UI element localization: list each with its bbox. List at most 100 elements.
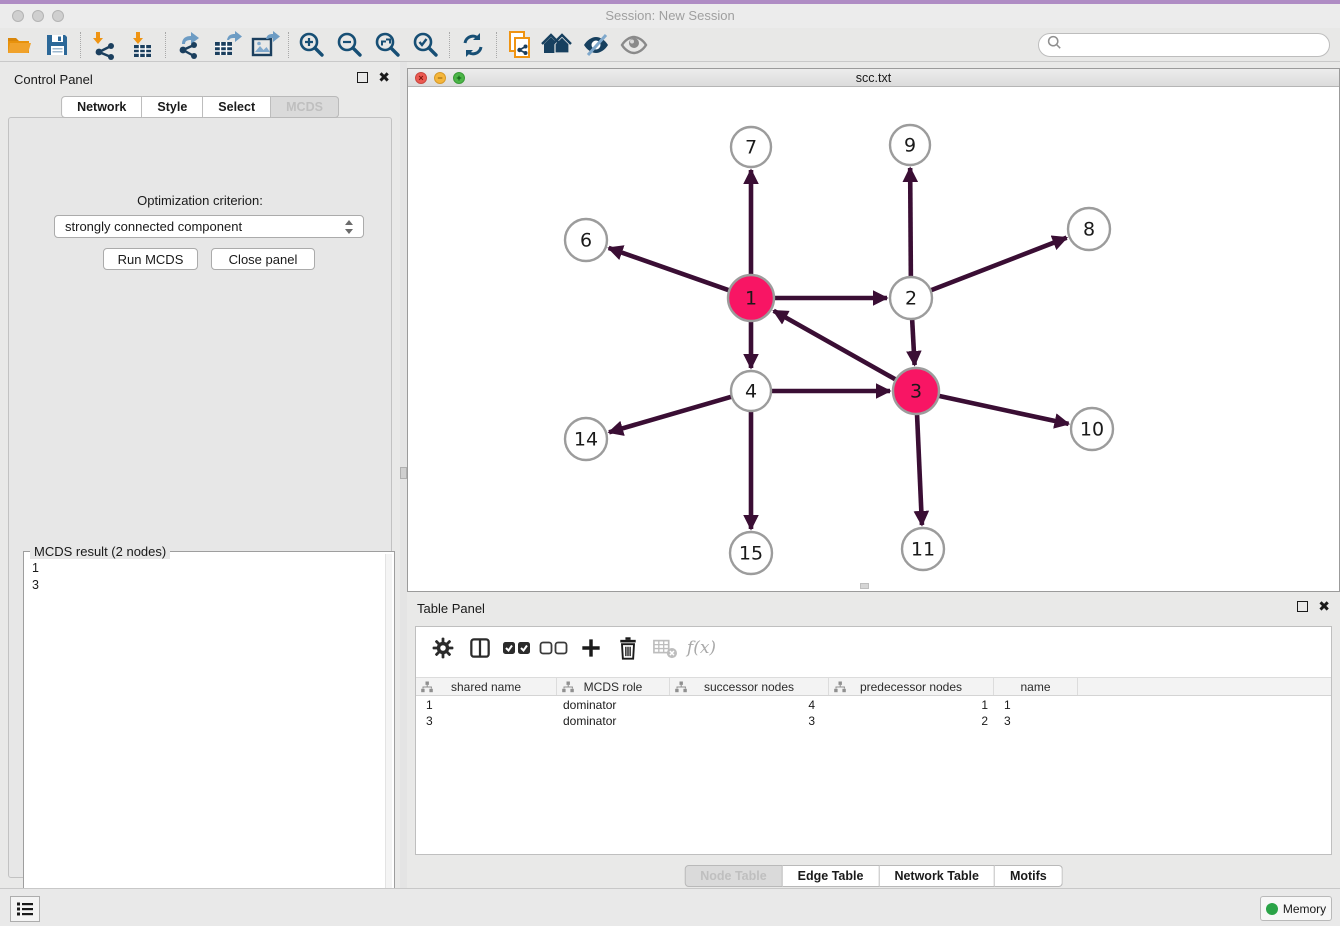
table-settings-icon[interactable] <box>424 632 461 664</box>
table-cell[interactable]: 3 <box>994 713 1078 729</box>
deselect-all-columns-icon[interactable] <box>535 632 572 664</box>
table-cell[interactable]: 4 <box>670 697 829 713</box>
tab-edge-table[interactable]: Edge Table <box>783 865 880 887</box>
table-cell[interactable]: 3 <box>416 713 557 729</box>
graph-edge-2-9[interactable] <box>910 168 911 279</box>
duplicate-network-icon[interactable] <box>501 30 539 60</box>
table-cell[interactable]: 3 <box>670 713 829 729</box>
function-builder-icon[interactable]: f(x) <box>683 632 720 664</box>
mcds-panel: Optimization criterion: strongly connect… <box>8 117 392 878</box>
memory-button[interactable]: Memory <box>1260 896 1332 921</box>
mcds-result-title: MCDS result (2 nodes) <box>30 544 170 559</box>
control-panel: Control Panel ✖ NetworkStyleSelectMCDS O… <box>0 62 400 888</box>
column-header-successor-nodes[interactable]: successor nodes <box>670 678 829 695</box>
tab-network[interactable]: Network <box>61 96 142 118</box>
close-table-panel-icon[interactable]: ✖ <box>1318 601 1330 612</box>
graph-edge-4-14[interactable] <box>609 396 734 432</box>
graph-node-9[interactable]: 9 <box>890 125 930 165</box>
panel-divider[interactable] <box>400 62 407 888</box>
graph-node-1[interactable]: 1 <box>728 275 774 321</box>
run-mcds-button[interactable]: Run MCDS <box>103 248 198 270</box>
graph-node-2[interactable]: 2 <box>890 277 932 319</box>
add-column-icon[interactable] <box>572 632 609 664</box>
graph-edge-2-8[interactable] <box>929 238 1067 291</box>
result-scrollbar[interactable] <box>385 554 392 921</box>
tab-select[interactable]: Select <box>203 96 271 118</box>
zoom-in-icon[interactable] <box>293 30 331 60</box>
table-row[interactable]: 3dominator323 <box>416 713 1331 729</box>
toolbar-separator <box>165 32 166 58</box>
column-header-predecessor-nodes[interactable]: predecessor nodes <box>829 678 994 695</box>
select-stepper-icon <box>344 219 354 238</box>
table-cell[interactable]: dominator <box>557 697 670 713</box>
hide-selected-icon[interactable] <box>577 30 615 60</box>
table-cell[interactable]: 1 <box>416 697 557 713</box>
task-history-button[interactable] <box>10 896 40 922</box>
import-network-icon[interactable] <box>85 30 123 60</box>
export-image-icon[interactable] <box>246 30 284 60</box>
refresh-icon[interactable] <box>454 30 492 60</box>
search-field[interactable] <box>1038 33 1330 57</box>
open-file-icon[interactable] <box>0 30 38 60</box>
graph-node-14[interactable]: 14 <box>565 418 607 460</box>
column-header-shared-name[interactable]: shared name <box>416 678 557 695</box>
delete-table-icon[interactable] <box>646 632 683 664</box>
graph-node-4[interactable]: 4 <box>731 371 771 411</box>
select-all-columns-icon[interactable] <box>498 632 535 664</box>
graph-node-15[interactable]: 15 <box>730 532 772 574</box>
memory-label: Memory <box>1283 902 1326 916</box>
tab-node-table[interactable]: Node Table <box>684 865 782 887</box>
save-session-icon[interactable] <box>38 30 76 60</box>
graph-edge-3-1[interactable] <box>774 311 898 381</box>
graph-node-6[interactable]: 6 <box>565 219 607 261</box>
table-header-row: shared nameMCDS rolesuccessor nodesprede… <box>416 677 1331 696</box>
show-all-icon[interactable] <box>615 30 653 60</box>
float-panel-icon[interactable] <box>357 72 368 83</box>
column-layout-icon[interactable] <box>461 632 498 664</box>
export-table-icon[interactable] <box>208 30 246 60</box>
graph-node-11[interactable]: 11 <box>902 528 944 570</box>
close-panel-icon[interactable]: ✖ <box>378 72 390 83</box>
table-cell[interactable]: 2 <box>829 713 994 729</box>
graph-node-7[interactable]: 7 <box>731 127 771 167</box>
window-titlebar[interactable]: Session: New Session <box>0 4 1340 28</box>
zoom-out-icon[interactable] <box>331 30 369 60</box>
close-panel-button[interactable]: Close panel <box>211 248 315 270</box>
delete-column-icon[interactable] <box>609 632 646 664</box>
application-window: Session: New Session <box>0 0 1340 926</box>
list-icon <box>16 901 34 917</box>
import-table-icon[interactable] <box>123 30 161 60</box>
table-cell[interactable]: 1 <box>994 697 1078 713</box>
table-row[interactable]: 1dominator411 <box>416 697 1331 713</box>
divider-grip[interactable] <box>400 467 407 479</box>
toolbar-separator <box>496 32 497 58</box>
graph-node-10[interactable]: 10 <box>1071 408 1113 450</box>
network-view-frame: × − + scc.txt 7 9 6 8 1 2 4 3 14 10 15 11 <box>407 68 1340 592</box>
float-table-panel-icon[interactable] <box>1297 601 1308 612</box>
graph-edge-3-11[interactable] <box>917 412 922 525</box>
search-input[interactable] <box>1062 36 1329 54</box>
graph-edge-1-6[interactable] <box>609 248 732 291</box>
graph-edge-2-3[interactable] <box>912 317 915 365</box>
canvas-scroll-grip[interactable] <box>860 583 869 589</box>
tab-mcds[interactable]: MCDS <box>271 96 339 118</box>
control-panel-tabs: NetworkStyleSelectMCDS <box>61 96 339 118</box>
zoom-fit-icon[interactable] <box>369 30 407 60</box>
table-cell[interactable]: dominator <box>557 713 670 729</box>
tab-style[interactable]: Style <box>142 96 203 118</box>
first-neighbors-icon[interactable] <box>539 30 577 60</box>
graph-edge-3-10[interactable] <box>937 395 1069 424</box>
tab-network-table[interactable]: Network Table <box>879 865 995 887</box>
criterion-select[interactable]: strongly connected component <box>54 215 364 238</box>
column-header-MCDS-role[interactable]: MCDS role <box>557 678 670 695</box>
graph-node-3[interactable]: 3 <box>893 368 939 414</box>
export-network-icon[interactable] <box>170 30 208 60</box>
graph-node-8[interactable]: 8 <box>1068 208 1110 250</box>
network-frame-titlebar[interactable]: × − + scc.txt <box>408 69 1339 87</box>
tab-motifs[interactable]: Motifs <box>995 865 1063 887</box>
network-canvas[interactable]: 7 9 6 8 1 2 4 3 14 10 15 11 <box>408 87 1339 591</box>
column-header-name[interactable]: name <box>994 678 1078 695</box>
table-cell[interactable]: 1 <box>829 697 994 713</box>
svg-text:2: 2 <box>905 288 917 310</box>
zoom-selected-icon[interactable] <box>407 30 445 60</box>
